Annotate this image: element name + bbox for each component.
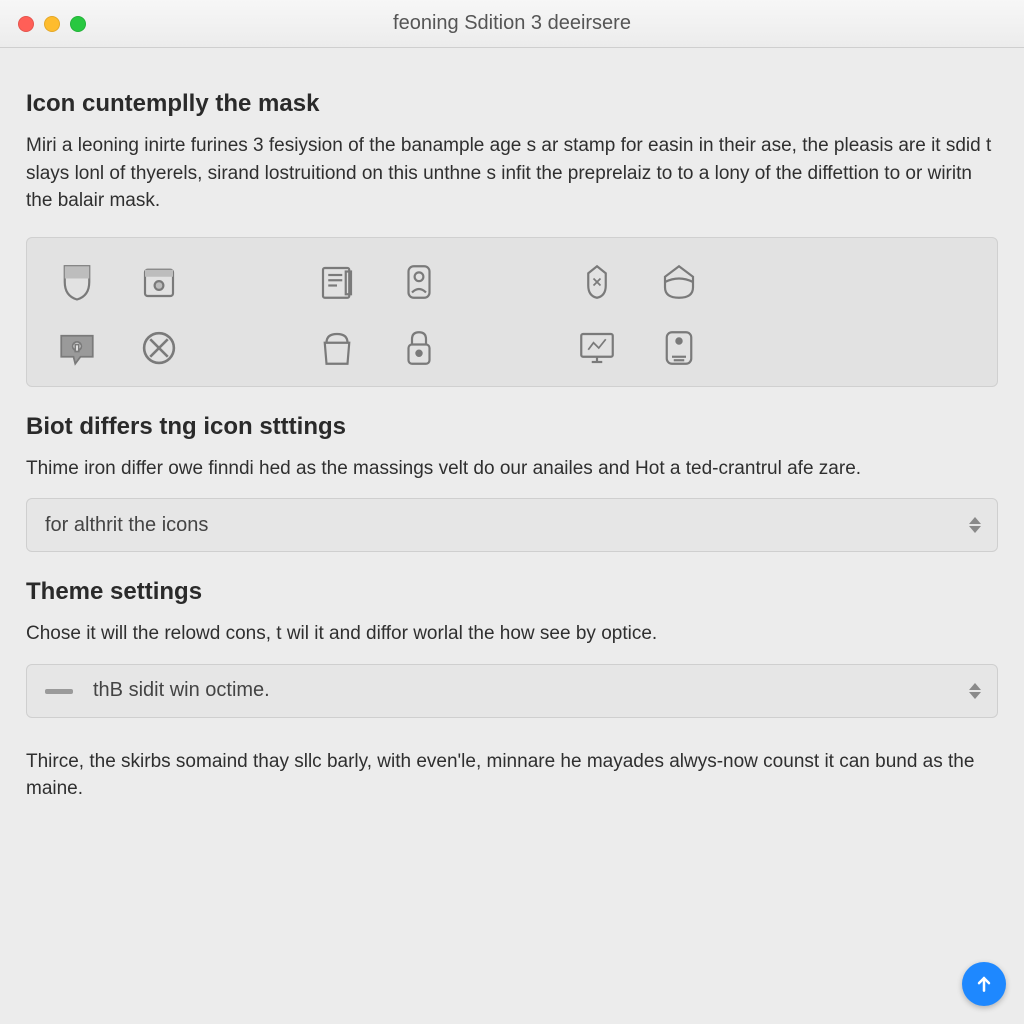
icon-row-1 bbox=[53, 258, 971, 306]
box-icon[interactable] bbox=[135, 258, 183, 306]
window-title: feoning Sdition 3 deeirsere bbox=[0, 12, 1024, 35]
monitor-icon[interactable] bbox=[573, 324, 621, 372]
icon-row-2 bbox=[53, 324, 971, 372]
theme-select[interactable]: thB sidit win octime. bbox=[26, 664, 998, 718]
chevron-updown-icon bbox=[969, 683, 981, 699]
meter-icon[interactable] bbox=[655, 324, 703, 372]
section-settings-body: Thime iron differ owe finndi hed as the … bbox=[26, 455, 998, 483]
bird-icon[interactable] bbox=[573, 258, 621, 306]
theme-select-value: thB sidit win octime. bbox=[93, 679, 270, 702]
main-content: Icon cuntemplly the mask Miri a leoning … bbox=[0, 48, 1024, 803]
section-mask-title: Icon cuntemplly the mask bbox=[26, 90, 998, 118]
shape-icon[interactable] bbox=[655, 258, 703, 306]
window-titlebar: feoning Sdition 3 deeirsere bbox=[0, 0, 1024, 48]
minus-icon bbox=[45, 686, 75, 696]
section-theme-body: Chose it will the relowd cons, t wil it … bbox=[26, 620, 998, 648]
section-theme-title: Theme settings bbox=[26, 578, 998, 606]
news-icon[interactable] bbox=[313, 258, 361, 306]
chevron-updown-icon bbox=[969, 517, 981, 533]
section-settings-title: Biot differs tng icon stttings bbox=[26, 413, 998, 441]
icon-settings-select-value: for althrit the icons bbox=[45, 514, 208, 537]
bag-icon[interactable] bbox=[313, 324, 361, 372]
icon-preview-panel bbox=[26, 237, 998, 387]
icon-settings-select[interactable]: for althrit the icons bbox=[26, 498, 998, 552]
arrow-up-icon bbox=[974, 974, 994, 994]
person-card-icon[interactable] bbox=[395, 258, 443, 306]
shield-icon[interactable] bbox=[53, 258, 101, 306]
chat-icon[interactable] bbox=[53, 324, 101, 372]
lock-icon[interactable] bbox=[395, 324, 443, 372]
scroll-to-top-button[interactable] bbox=[962, 962, 1006, 1006]
section-mask-body: Miri a leoning inirte furines 3 fesiysio… bbox=[26, 132, 998, 215]
footer-note: Thirce, the skirbs somaind thay sllc bar… bbox=[26, 748, 998, 803]
cross-circle-icon[interactable] bbox=[135, 324, 183, 372]
